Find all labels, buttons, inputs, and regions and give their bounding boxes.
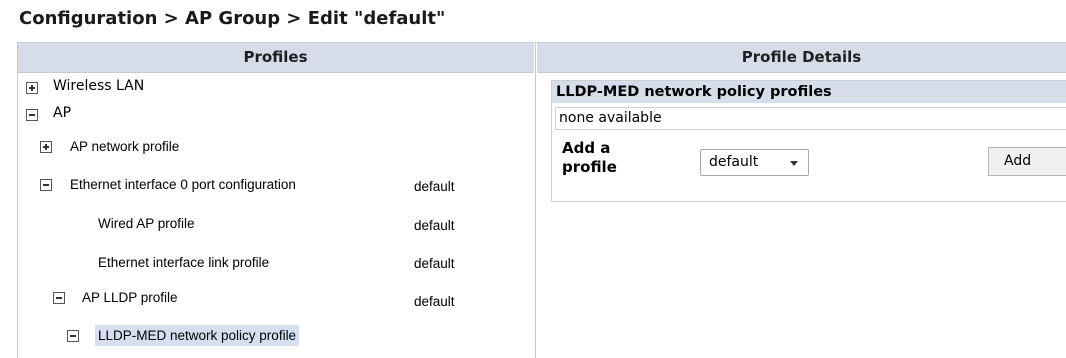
- add-profile-label-line2: profile: [562, 158, 617, 176]
- add-button-label: Add: [1004, 153, 1032, 169]
- tree-label-ap-network-profile[interactable]: AP network profile: [70, 139, 179, 154]
- profile-details-panel: LLDP-MED network policy profiles none av…: [551, 80, 1066, 202]
- tree-label-eth0-port-config[interactable]: Ethernet interface 0 port configuration: [70, 177, 296, 192]
- profiles-column-header: Profiles: [17, 42, 534, 73]
- tree-label-eth-link-profile[interactable]: Ethernet interface link profile: [98, 255, 269, 270]
- tree-value-wired-ap-profile: default: [414, 218, 455, 233]
- tree-value-ap-lldp-profile: default: [414, 294, 455, 309]
- profile-details-column-header: Profile Details: [537, 42, 1066, 73]
- tree-label-wireless-lan[interactable]: Wireless LAN: [53, 78, 144, 94]
- collapse-minus-icon[interactable]: [53, 292, 65, 304]
- tree-label-lldp-med-profile[interactable]: LLDP-MED network policy profile: [95, 325, 300, 346]
- add-profile-label: Add a profile: [562, 139, 617, 177]
- column-divider: [535, 42, 536, 358]
- collapse-minus-icon[interactable]: [26, 109, 38, 121]
- tree-value-eth0-port-config: default: [414, 179, 455, 194]
- left-border: [17, 42, 18, 358]
- tree-label-ap[interactable]: AP: [53, 105, 71, 121]
- panel-header: LLDP-MED network policy profiles: [552, 81, 1066, 103]
- empty-list-text: none available: [559, 110, 662, 126]
- collapse-minus-icon[interactable]: [40, 179, 52, 191]
- empty-list-row: none available: [555, 107, 1066, 130]
- dropdown-caret-icon: [790, 161, 798, 166]
- expand-plus-icon[interactable]: [40, 141, 52, 153]
- profile-select-value: default: [709, 154, 759, 170]
- tree-label-wired-ap-profile[interactable]: Wired AP profile: [98, 216, 195, 231]
- add-button[interactable]: Add: [988, 147, 1066, 176]
- tree-value-eth-link-profile: default: [414, 256, 455, 271]
- page-title: Configuration > AP Group > Edit "default…: [19, 8, 446, 29]
- profile-select[interactable]: default: [700, 149, 809, 176]
- tree-label-ap-lldp-profile[interactable]: AP LLDP profile: [82, 290, 178, 305]
- expand-plus-icon[interactable]: [26, 82, 38, 94]
- collapse-minus-icon[interactable]: [67, 330, 79, 342]
- panel-header-text: LLDP-MED network policy profiles: [556, 84, 832, 100]
- add-profile-label-line1: Add a: [562, 139, 611, 157]
